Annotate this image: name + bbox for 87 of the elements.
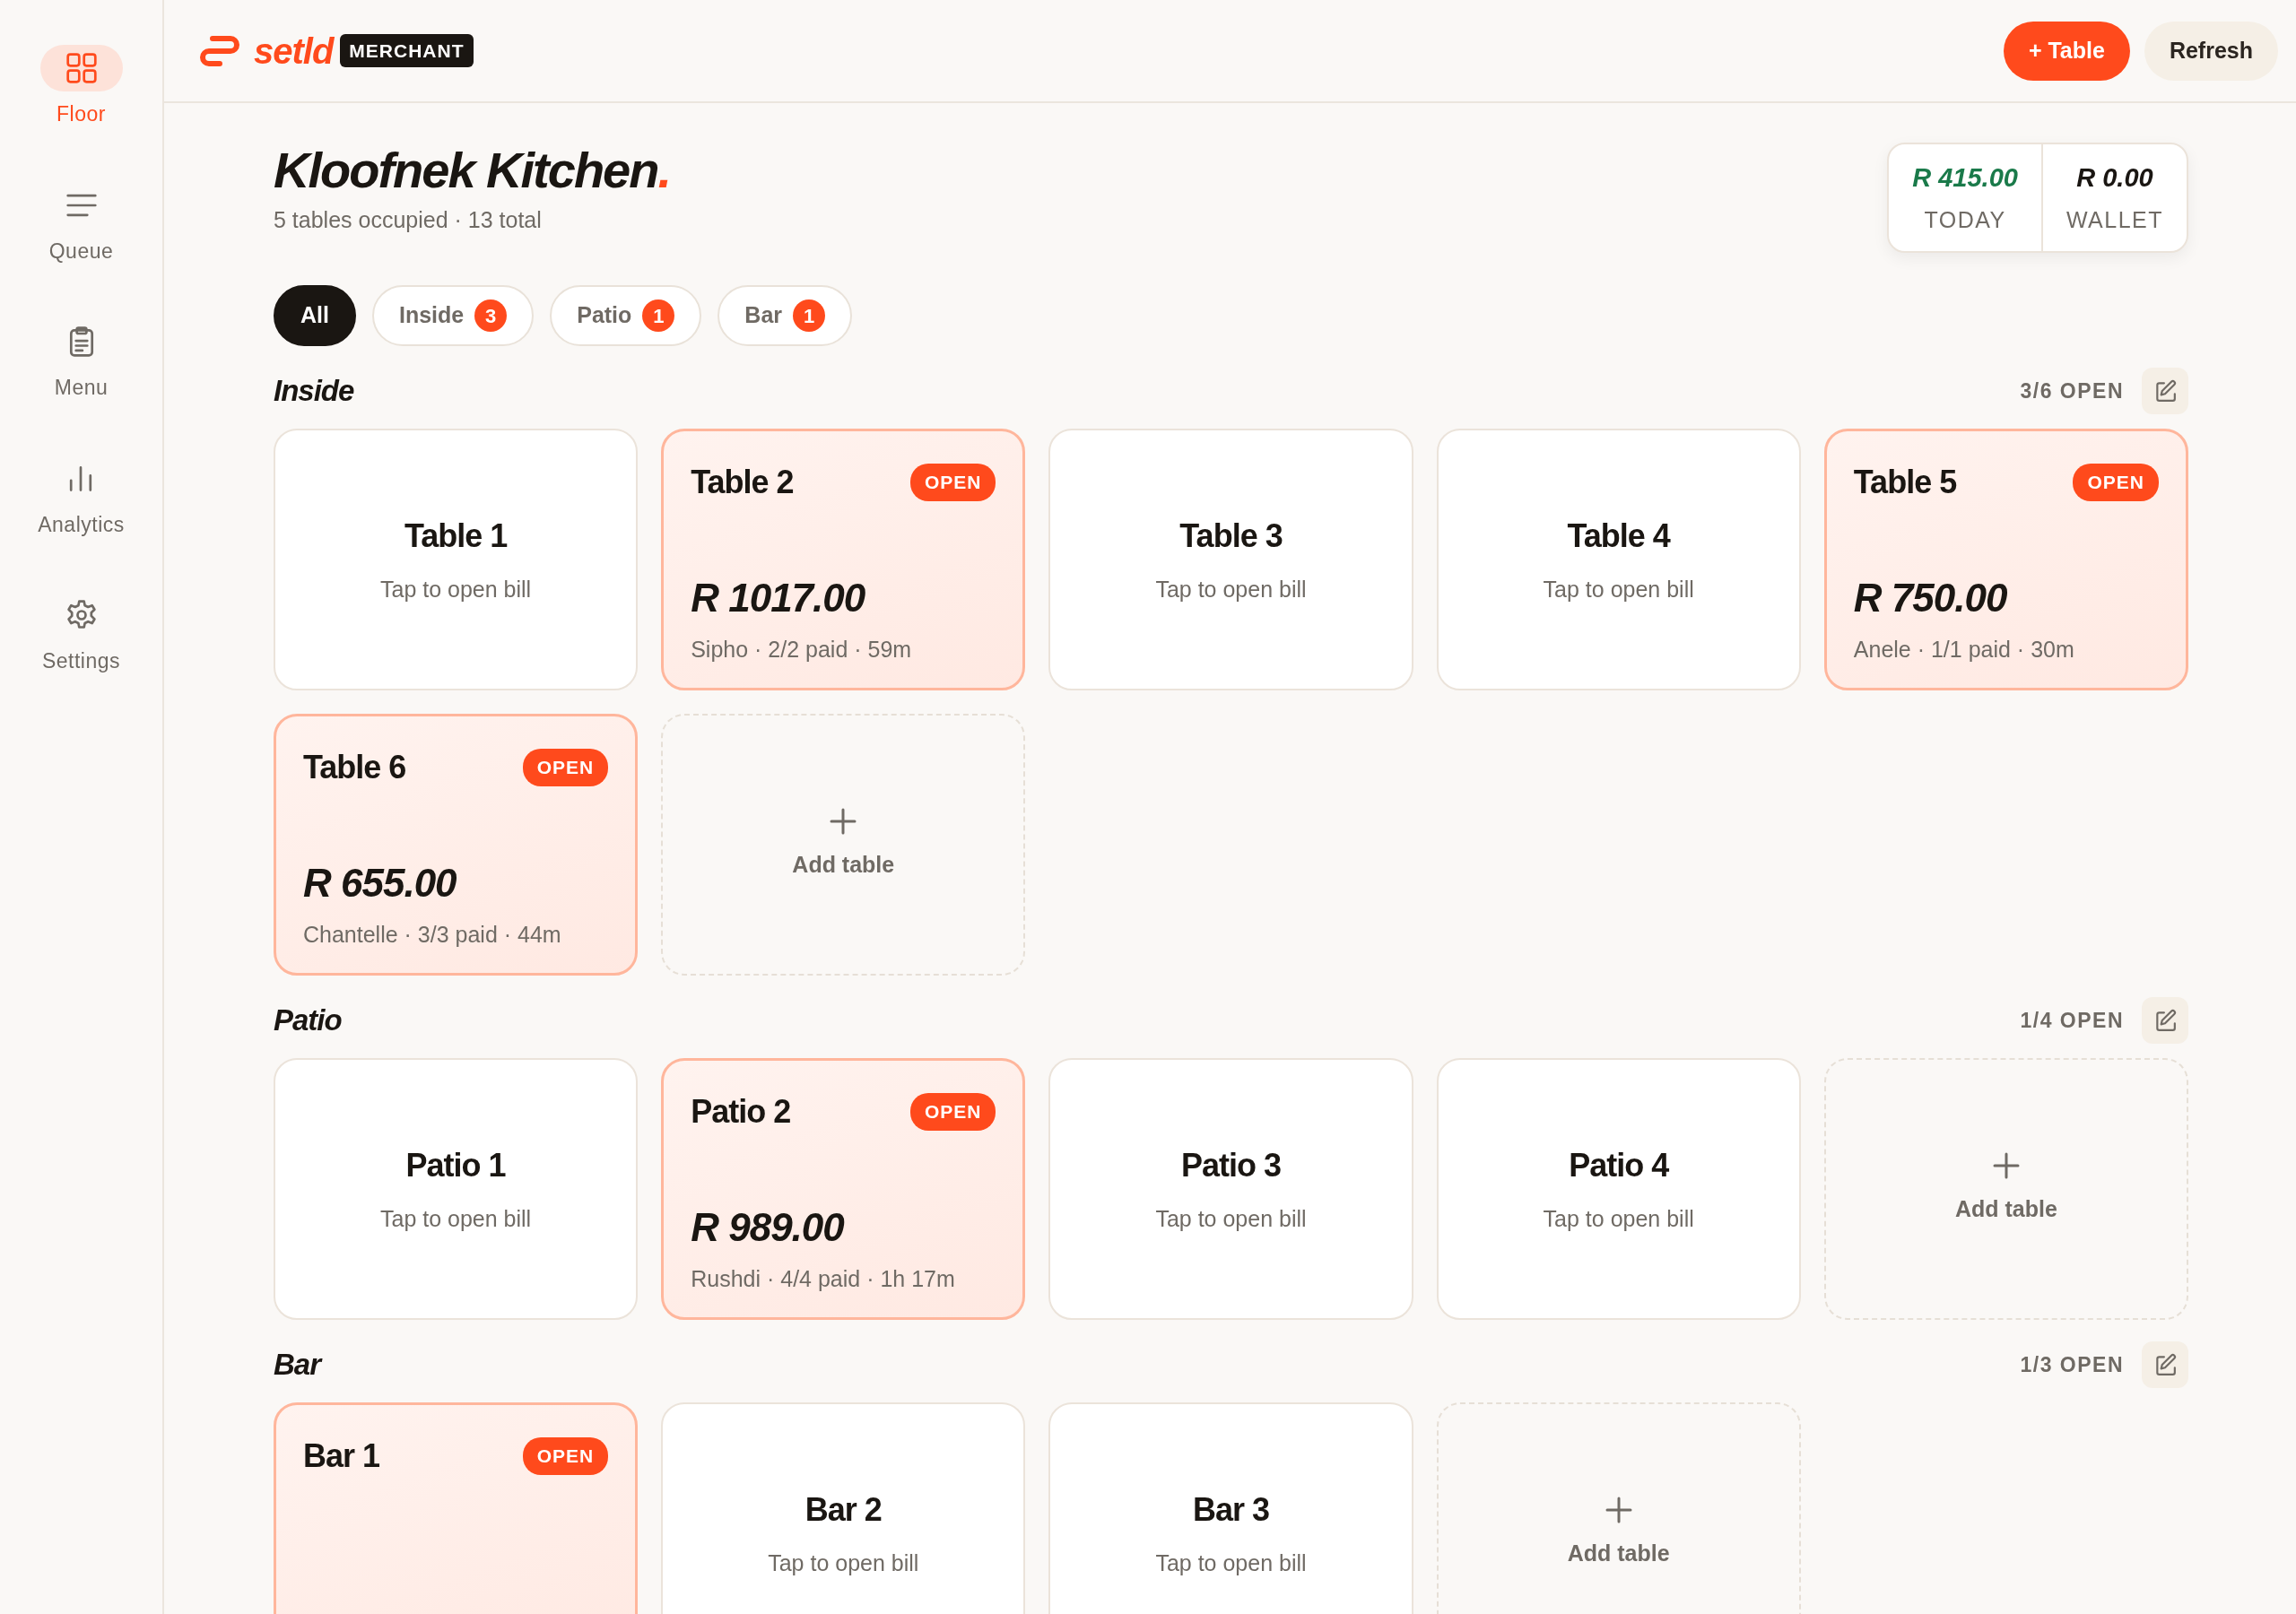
sidebar-item[interactable]: Analytics	[38, 455, 125, 540]
stat-label: TODAY	[1923, 205, 2007, 234]
sidebar-item[interactable]: Settings	[39, 592, 123, 677]
count-badge: 1	[642, 299, 675, 332]
edit-icon	[2153, 1353, 2177, 1376]
table-name: Patio 2	[691, 1092, 791, 1132]
table-card[interactable]: Table 5 OPEN R 750.00 Anele · 1/1 paid · 30m	[1823, 429, 2188, 690]
section-title: Inside	[274, 373, 354, 410]
table-card[interactable]: Table 6 OPEN R 655.00 Chantelle · 3/3 paid · 44m	[274, 714, 639, 976]
table-hint: Tap to open bill	[1543, 1205, 1694, 1234]
table-card[interactable]: Patio 4 Tap to open bill	[1436, 1058, 1801, 1320]
table-name: Table 2	[691, 463, 794, 502]
table-name: Table 1	[404, 516, 508, 557]
table-hint: Tap to open bill	[1155, 1205, 1307, 1234]
table-hint: Tap to open bill	[1155, 576, 1307, 604]
bill-details: Anele · 1/1 paid · 30m	[1853, 635, 2075, 664]
logo-wordmark: setld	[254, 30, 334, 73]
table-name: Table 3	[1179, 516, 1283, 557]
status-badge: OPEN	[522, 749, 609, 786]
table-name: Patio 1	[405, 1146, 506, 1186]
table-card[interactable]: Patio 2 OPEN R 989.00 Rushdi · 4/4 paid · 1h 17m	[661, 1058, 1026, 1320]
stat-value: R 0.00	[2075, 162, 2154, 194]
open-count: 1/4 OPEN	[2020, 1007, 2124, 1034]
bill-amount: R 750.00	[1853, 574, 2008, 621]
table-name: Patio 3	[1180, 1146, 1281, 1186]
add-table-tile[interactable]: Add table	[1823, 1058, 2188, 1320]
table-hint: Tap to open bill	[380, 576, 532, 604]
table-card[interactable]: Patio 1 Tap to open bill	[274, 1058, 639, 1320]
plus-icon	[1604, 1496, 1633, 1525]
table-name: Patio 4	[1569, 1146, 1669, 1186]
section-title: Patio	[274, 1002, 342, 1039]
filter-chip[interactable]: Patio 1	[550, 285, 702, 346]
refresh-button[interactable]: Refresh	[2144, 21, 2278, 81]
status-badge: OPEN	[909, 464, 996, 501]
table-hint: Tap to open bill	[380, 1205, 532, 1234]
filter-chip[interactable]: Inside 3	[371, 285, 535, 346]
plus-icon	[829, 807, 858, 837]
status-badge: OPEN	[522, 1437, 609, 1475]
count-badge: 3	[474, 299, 508, 332]
sidebar-item[interactable]: Menu	[39, 318, 123, 404]
stat-value: R 415.00	[1912, 162, 2018, 194]
table-hint: Tap to open bill	[768, 1549, 919, 1578]
section-title: Bar	[274, 1347, 321, 1384]
status-badge: OPEN	[909, 1093, 996, 1131]
open-count: 1/3 OPEN	[2020, 1351, 2124, 1378]
filter-chip[interactable]: Bar 1	[718, 285, 852, 346]
edit-icon	[2153, 1009, 2177, 1032]
table-card[interactable]: Bar 2 Tap to open bill	[661, 1402, 1026, 1614]
edit-icon	[2153, 379, 2177, 403]
bill-details: Rushdi · 4/4 paid · 1h 17m	[691, 1264, 956, 1293]
edit-button[interactable]	[2142, 368, 2188, 414]
stat-label: WALLET	[2066, 205, 2163, 234]
table-hint: Tap to open bill	[1155, 1549, 1307, 1578]
merchant-badge: MERCHANT	[340, 33, 474, 68]
table-card[interactable]: Table 3 Tap to open bill	[1048, 429, 1413, 690]
table-card[interactable]: Table 2 OPEN R 1017.00 Sipho · 2/2 paid · 59m	[661, 429, 1026, 690]
add-table-tile[interactable]: Add table	[1436, 1402, 1801, 1614]
open-count: 3/6 OPEN	[2020, 377, 2124, 404]
grid-icon	[65, 52, 98, 84]
venue-title: Kloofnek Kitchen.	[274, 143, 671, 198]
bill-amount: R 655.00	[303, 859, 457, 907]
bill-details: Sipho · 2/2 paid · 59m	[691, 635, 913, 664]
table-card[interactable]: Table 4 Tap to open bill	[1436, 429, 1801, 690]
table-name: Bar 3	[1192, 1490, 1269, 1531]
sidebar-item[interactable]: Queue	[39, 181, 123, 266]
table-card[interactable]: Table 1 Tap to open bill	[274, 429, 639, 690]
bill-amount: R 1017.00	[691, 574, 866, 621]
table-hint: Tap to open bill	[1543, 576, 1694, 604]
venue-summary: 5 tables occupied · 13 total	[274, 205, 543, 234]
bill-details: Chantelle · 3/3 paid · 44m	[303, 920, 562, 949]
plus-icon	[1991, 1151, 2021, 1181]
add-table-tile[interactable]: Add table	[661, 714, 1026, 976]
status-badge: OPEN	[2073, 464, 2159, 501]
table-name: Bar 1	[303, 1436, 380, 1476]
table-name: Table 4	[1567, 516, 1670, 557]
table-card[interactable]: Patio 3 Tap to open bill	[1048, 1058, 1413, 1320]
count-badge: 1	[793, 299, 825, 332]
table-name: Table 6	[303, 748, 406, 787]
bill-amount: R 989.00	[691, 1203, 846, 1251]
edit-button[interactable]	[2142, 997, 2188, 1044]
table-card[interactable]: Bar 3 Tap to open bill	[1048, 1402, 1413, 1614]
table-card[interactable]: Bar 1 OPEN	[274, 1402, 639, 1614]
table-name: Table 5	[1853, 463, 1957, 502]
edit-button[interactable]	[2142, 1341, 2188, 1388]
filter-chip[interactable]: All	[274, 285, 356, 346]
table-name: Bar 2	[804, 1490, 882, 1531]
settings-icon	[65, 599, 98, 631]
